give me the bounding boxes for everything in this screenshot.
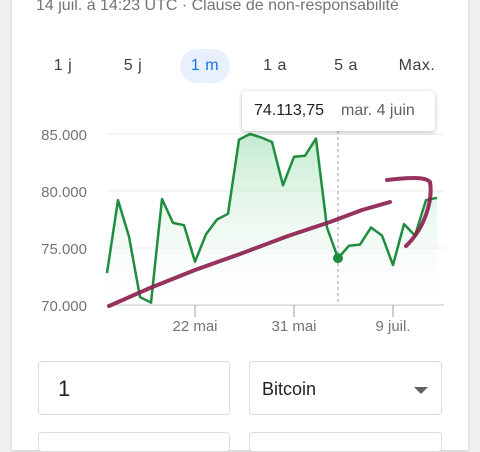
dropdown-arrow-icon	[414, 387, 428, 394]
amount-value: 1	[58, 376, 71, 401]
y-tick-label: 70.000	[41, 298, 87, 315]
chart-axis: 22 mai 31 mai 9 juil.	[172, 305, 411, 335]
x-tick-label: 22 mai	[172, 318, 217, 335]
y-tick-label: 75.000	[41, 241, 87, 258]
second-amount-input[interactable]	[38, 432, 230, 452]
price-chart[interactable]: 70.000 75.000 80.000 85.000 22 mai 31 mai 9 j…	[0, 0, 480, 350]
y-tick-label: 85.000	[41, 127, 87, 144]
currency-select[interactable]: Bitcoin	[249, 361, 442, 415]
amount-input[interactable]: 1	[38, 361, 230, 415]
tooltip-date: mar. 4 juin	[341, 102, 415, 119]
currency-label: Bitcoin	[262, 379, 317, 399]
second-currency-select[interactable]	[249, 432, 442, 452]
x-tick-label: 31 mai	[271, 318, 316, 335]
hover-dot	[333, 253, 343, 264]
y-tick-label: 80.000	[41, 184, 87, 201]
x-tick-label: 9 juil.	[375, 318, 410, 335]
tooltip-price: 74.113,75	[254, 102, 324, 119]
price-tooltip: 74.113,75 mar. 4 juin	[242, 91, 435, 131]
price-area	[107, 134, 437, 305]
